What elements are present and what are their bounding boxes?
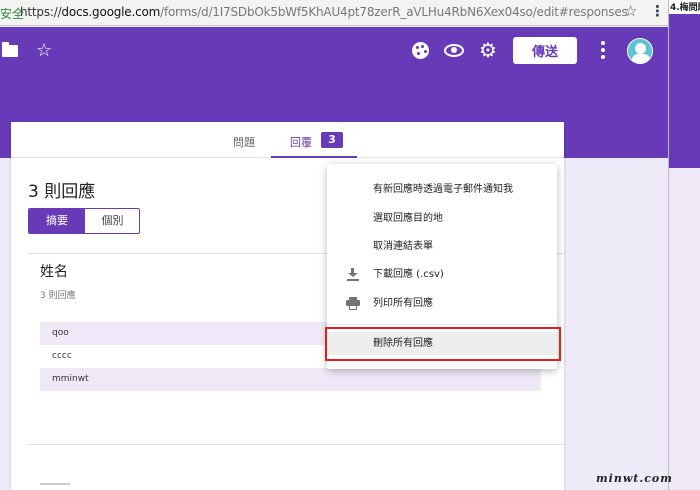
tab-questions[interactable]: 問題 bbox=[233, 134, 255, 150]
list-item: mminwt bbox=[40, 368, 541, 391]
segment-individual[interactable]: 個別 bbox=[85, 209, 139, 233]
menu-item-label: 下載回應 (.csv) bbox=[373, 269, 444, 280]
tab-bar: 問題 回覆 3 bbox=[11, 122, 564, 158]
url-host: docs.google.com bbox=[61, 5, 161, 19]
palette-icon[interactable] bbox=[412, 42, 429, 59]
url-scheme: https:// bbox=[20, 5, 62, 19]
tab-responses[interactable]: 回覆 3 bbox=[271, 122, 357, 158]
avatar[interactable] bbox=[627, 38, 653, 64]
folder-icon[interactable] bbox=[2, 42, 18, 57]
send-button[interactable]: 傳送 bbox=[513, 37, 577, 64]
menu-item-unlink-form[interactable]: 取消連結表單 bbox=[327, 235, 557, 258]
next-section-stub bbox=[40, 483, 70, 490]
tab-responses-label: 回覆 bbox=[290, 136, 312, 149]
menu-item-label: 列印所有回應 bbox=[373, 298, 433, 309]
screen: 安全 https://docs.google.com/forms/d/1I7SD… bbox=[0, 0, 700, 490]
menu-item-delete-all[interactable]: 刪除所有回應 bbox=[327, 332, 557, 355]
menu-item-download-csv[interactable]: 下載回應 (.csv) bbox=[327, 263, 557, 286]
eye-icon[interactable] bbox=[444, 44, 464, 57]
url-path: /forms/d/1I7SDbOk5bWf5KhAU4pt78zerR_aVLH… bbox=[160, 5, 628, 19]
url-text[interactable]: https://docs.google.com/forms/d/1I7SDbOk… bbox=[20, 5, 628, 19]
menu-item-label: 刪除所有回應 bbox=[373, 338, 433, 349]
menu-item-email-notify[interactable]: 有新回應時透過電子郵件通知我 bbox=[327, 178, 557, 201]
question-title: 姓名 bbox=[40, 264, 68, 280]
menu-item-label: 有新回應時透過電子郵件通知我 bbox=[373, 184, 513, 195]
menu-item-select-destination[interactable]: 選取回應目的地 bbox=[327, 207, 557, 230]
view-toggle: 摘要 個別 bbox=[28, 208, 140, 234]
segment-summary[interactable]: 摘要 bbox=[29, 209, 85, 233]
side-tab-label[interactable]: 4.梅問題 bbox=[669, 0, 700, 14]
menu-divider bbox=[327, 324, 557, 325]
print-icon bbox=[346, 297, 360, 310]
side-purple-header bbox=[669, 14, 700, 168]
download-icon bbox=[346, 268, 360, 281]
watermark: minwt.com bbox=[596, 472, 673, 485]
more-vert-icon[interactable] bbox=[601, 41, 605, 59]
section-divider bbox=[28, 444, 564, 445]
star-outline-icon[interactable]: ☆ bbox=[36, 40, 52, 61]
menu-item-label: 選取回應目的地 bbox=[373, 213, 443, 224]
browser-menu-icon[interactable]: ⋮ bbox=[650, 2, 665, 20]
side-light-bg bbox=[669, 168, 700, 490]
responses-title: 3 則回應 bbox=[28, 182, 96, 202]
responses-count-badge: 3 bbox=[321, 132, 343, 148]
question-response-count: 3 則回應 bbox=[40, 291, 76, 301]
responses-options-menu: 有新回應時透過電子郵件通知我 選取回應目的地 取消連結表單 下載回應 (.csv… bbox=[327, 164, 557, 369]
gear-icon[interactable]: ⚙ bbox=[479, 38, 497, 62]
address-bar[interactable]: 安全 https://docs.google.com/forms/d/1I7SD… bbox=[0, 0, 668, 26]
side-window: 4.梅問題 bbox=[668, 0, 700, 490]
menu-item-print-all[interactable]: 列印所有回應 bbox=[327, 292, 557, 315]
menu-item-label: 取消連結表單 bbox=[373, 241, 433, 252]
bookmark-star-icon[interactable]: ☆ bbox=[624, 2, 637, 20]
